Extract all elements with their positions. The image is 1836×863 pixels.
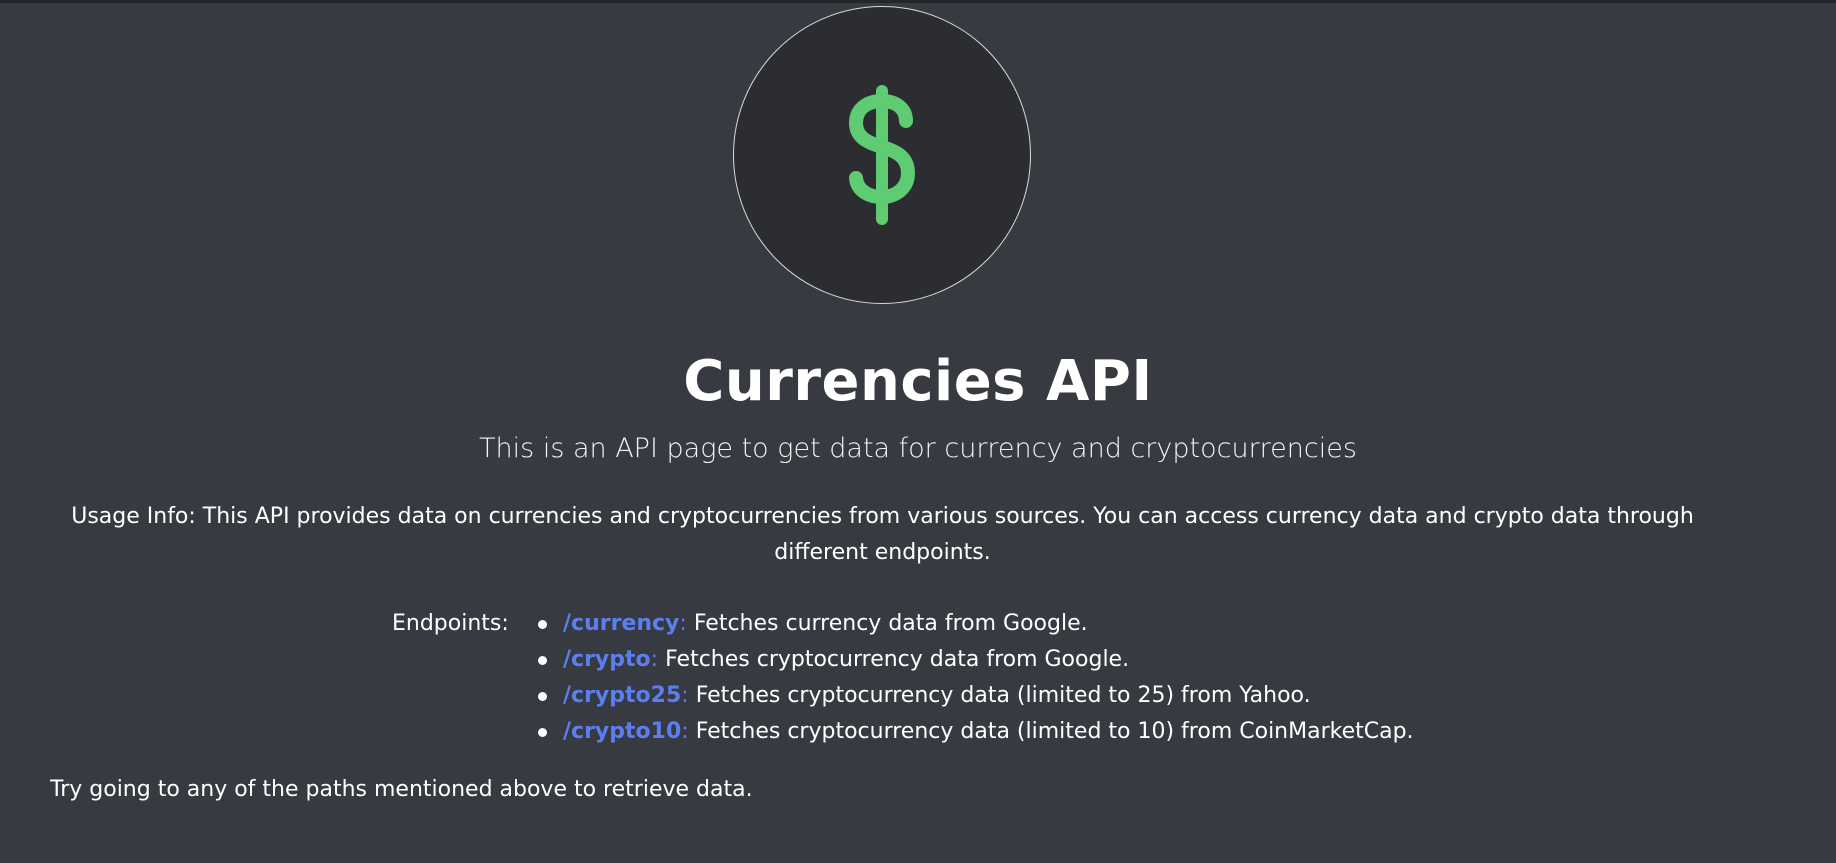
- bullet-icon: [538, 728, 547, 737]
- endpoint-link-crypto[interactable]: /crypto: [563, 647, 651, 672]
- page-subtitle: This is an API page to get data for curr…: [479, 433, 1357, 464]
- endpoint-list: /currency: Fetches currency data from Go…: [532, 606, 1414, 750]
- endpoint-item: /crypto10: Fetches cryptocurrency data (…: [532, 714, 1414, 750]
- bullet-icon: [538, 692, 547, 701]
- usage-info: Usage Info: This API provides data on cu…: [71, 504, 1694, 565]
- dollar-sign-icon: [849, 85, 915, 225]
- page-title: Currencies API: [683, 349, 1153, 414]
- endpoint-link-currency[interactable]: /currency: [563, 611, 679, 636]
- endpoint-description: Fetches cryptocurrency data (limited to …: [695, 719, 1414, 744]
- footer-note: Try going to any of the paths mentioned …: [50, 777, 753, 802]
- endpoints-label: Endpoints:: [392, 611, 509, 636]
- endpoint-description: Fetches currency data from Google.: [693, 611, 1088, 636]
- logo-circle: [733, 6, 1031, 304]
- endpoint-description: Fetches cryptocurrency data (limited to …: [695, 683, 1311, 708]
- endpoint-item: /crypto: Fetches cryptocurrency data fro…: [532, 642, 1414, 678]
- endpoint-description: Fetches cryptocurrency data from Google.: [665, 647, 1130, 672]
- bullet-icon: [538, 620, 547, 629]
- bullet-icon: [538, 656, 547, 665]
- endpoint-link-crypto10[interactable]: /crypto10: [563, 719, 681, 744]
- endpoint-item: /crypto25: Fetches cryptocurrency data (…: [532, 678, 1414, 714]
- endpoint-item: /currency: Fetches currency data from Go…: [532, 606, 1414, 642]
- endpoint-link-crypto25[interactable]: /crypto25: [563, 683, 681, 708]
